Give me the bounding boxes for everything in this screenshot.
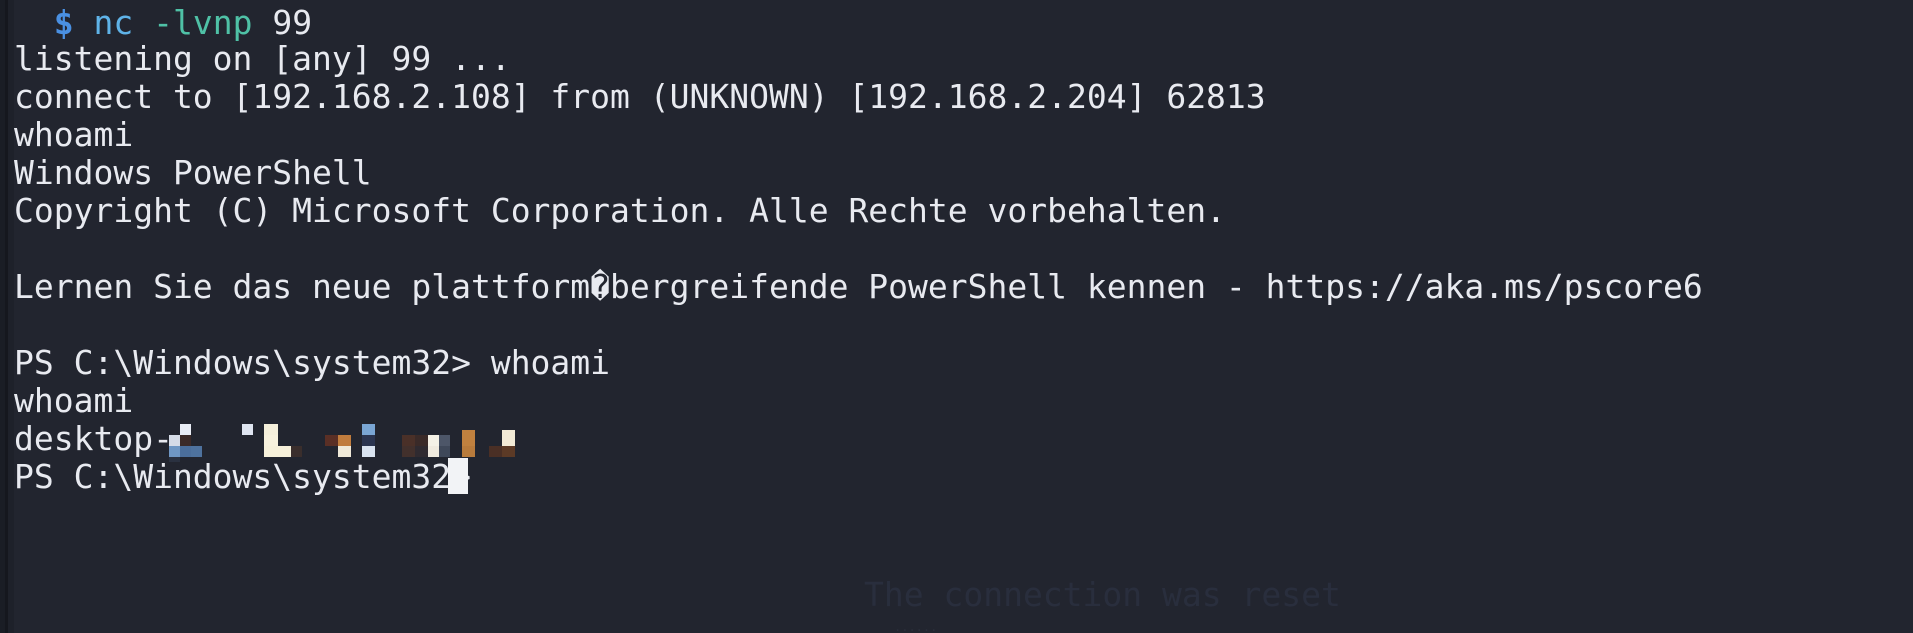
- redaction-block: [180, 435, 191, 446]
- terminal-line-learn-pscore6: Lernen Sie das neue plattform�bergreifen…: [14, 267, 1703, 306]
- redaction-block: [428, 435, 439, 446]
- whoami-output-prefix: desktop-: [14, 419, 173, 458]
- terminal-line-copyright: Copyright (C) Microsoft Corporation. All…: [14, 191, 1226, 230]
- redaction-block: [264, 424, 278, 435]
- redaction-block: [462, 430, 475, 446]
- redaction-block: [415, 435, 428, 446]
- terminal-window[interactable]: $ nc -lvnp 99 listening on [any] 99 ... …: [0, 0, 1913, 633]
- redaction-block: [402, 435, 415, 446]
- redaction-block: [242, 424, 253, 435]
- terminal-line-ps-prompt-idle: PS C:\Windows\system32>: [14, 457, 491, 496]
- terminal-line-connect: connect to [192.168.2.108] from (UNKNOWN…: [14, 77, 1266, 116]
- redaction-block: [338, 435, 351, 446]
- redaction-block: [489, 446, 502, 457]
- redaction-block: [502, 430, 515, 446]
- redaction-block: [264, 435, 278, 446]
- terminal-screen[interactable]: $ nc -lvnp 99 listening on [any] 99 ... …: [14, 0, 1913, 633]
- redaction-block: [439, 435, 450, 446]
- ghost-status-line: The connection was reset: [864, 575, 1341, 614]
- redaction-block: [362, 435, 375, 446]
- text-cursor: [448, 458, 468, 494]
- redaction-block: [362, 424, 375, 435]
- bottom-scroll-dots: ......: [894, 620, 938, 633]
- redaction-block: [502, 446, 515, 457]
- redaction-block: [180, 424, 191, 435]
- redaction-block: [325, 435, 338, 446]
